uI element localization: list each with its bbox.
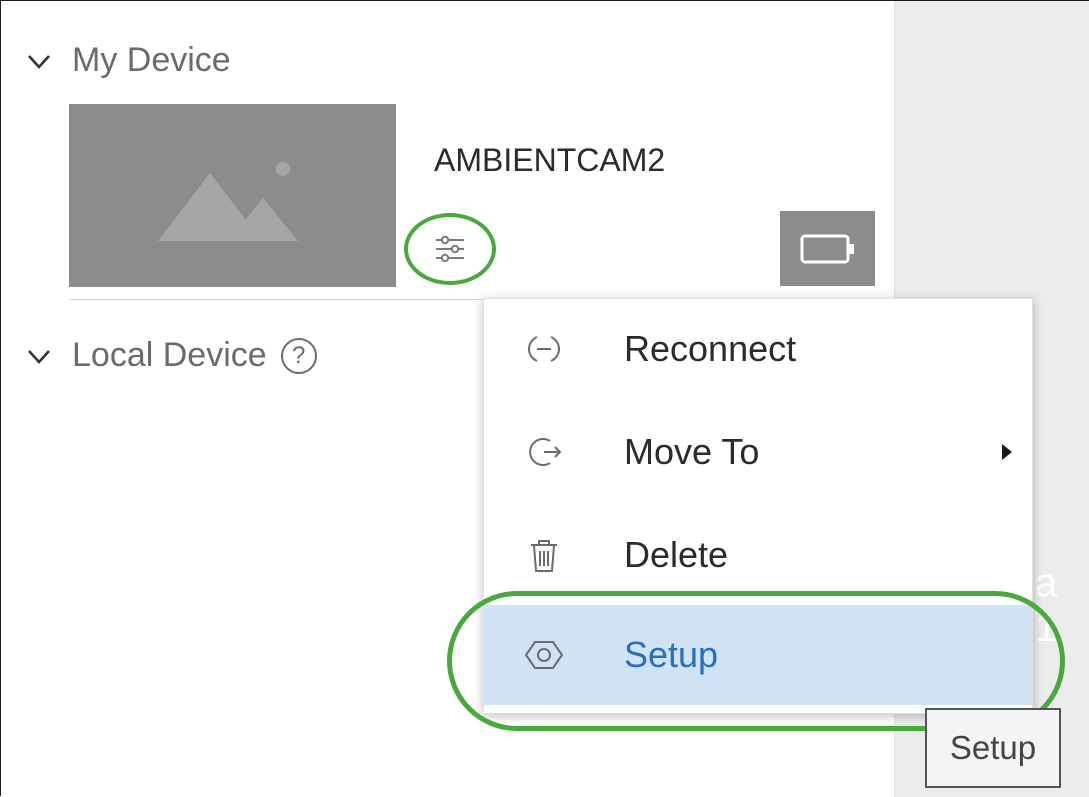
- setup-button[interactable]: Setup: [925, 708, 1061, 788]
- app-window: My Device AMBIENTCAM2 Local Device ? a 1…: [0, 0, 1089, 797]
- section-local-device[interactable]: Local Device ?: [26, 336, 317, 375]
- section-my-device-label: My Device: [72, 41, 231, 79]
- menu-item-label: Reconnect: [624, 328, 797, 369]
- section-local-device-label: Local Device: [72, 336, 267, 374]
- device-settings-button[interactable]: [404, 213, 496, 285]
- section-my-device[interactable]: My Device: [26, 41, 231, 80]
- reconnect-icon: [524, 329, 564, 369]
- move-to-icon: [524, 432, 564, 472]
- device-thumbnail[interactable]: [69, 104, 396, 287]
- device-name: AMBIENTCAM2: [434, 142, 666, 178]
- menu-item-delete[interactable]: Delete: [484, 505, 1032, 605]
- menu-item-reconnect[interactable]: Reconnect: [484, 299, 1032, 399]
- menu-item-label: Delete: [624, 534, 729, 575]
- trash-icon: [524, 535, 564, 575]
- chevron-down-icon: [28, 54, 50, 69]
- menu-item-move-to[interactable]: Move To: [484, 402, 1032, 502]
- chevron-down-icon: [28, 349, 50, 364]
- help-icon[interactable]: ?: [280, 337, 317, 374]
- menu-item-label: Move To: [624, 431, 760, 472]
- sliders-icon: [436, 235, 464, 263]
- image-placeholder-icon: [157, 161, 298, 241]
- battery-status: [780, 211, 875, 286]
- battery-icon: [800, 234, 854, 263]
- submenu-arrow-icon: [1002, 444, 1012, 460]
